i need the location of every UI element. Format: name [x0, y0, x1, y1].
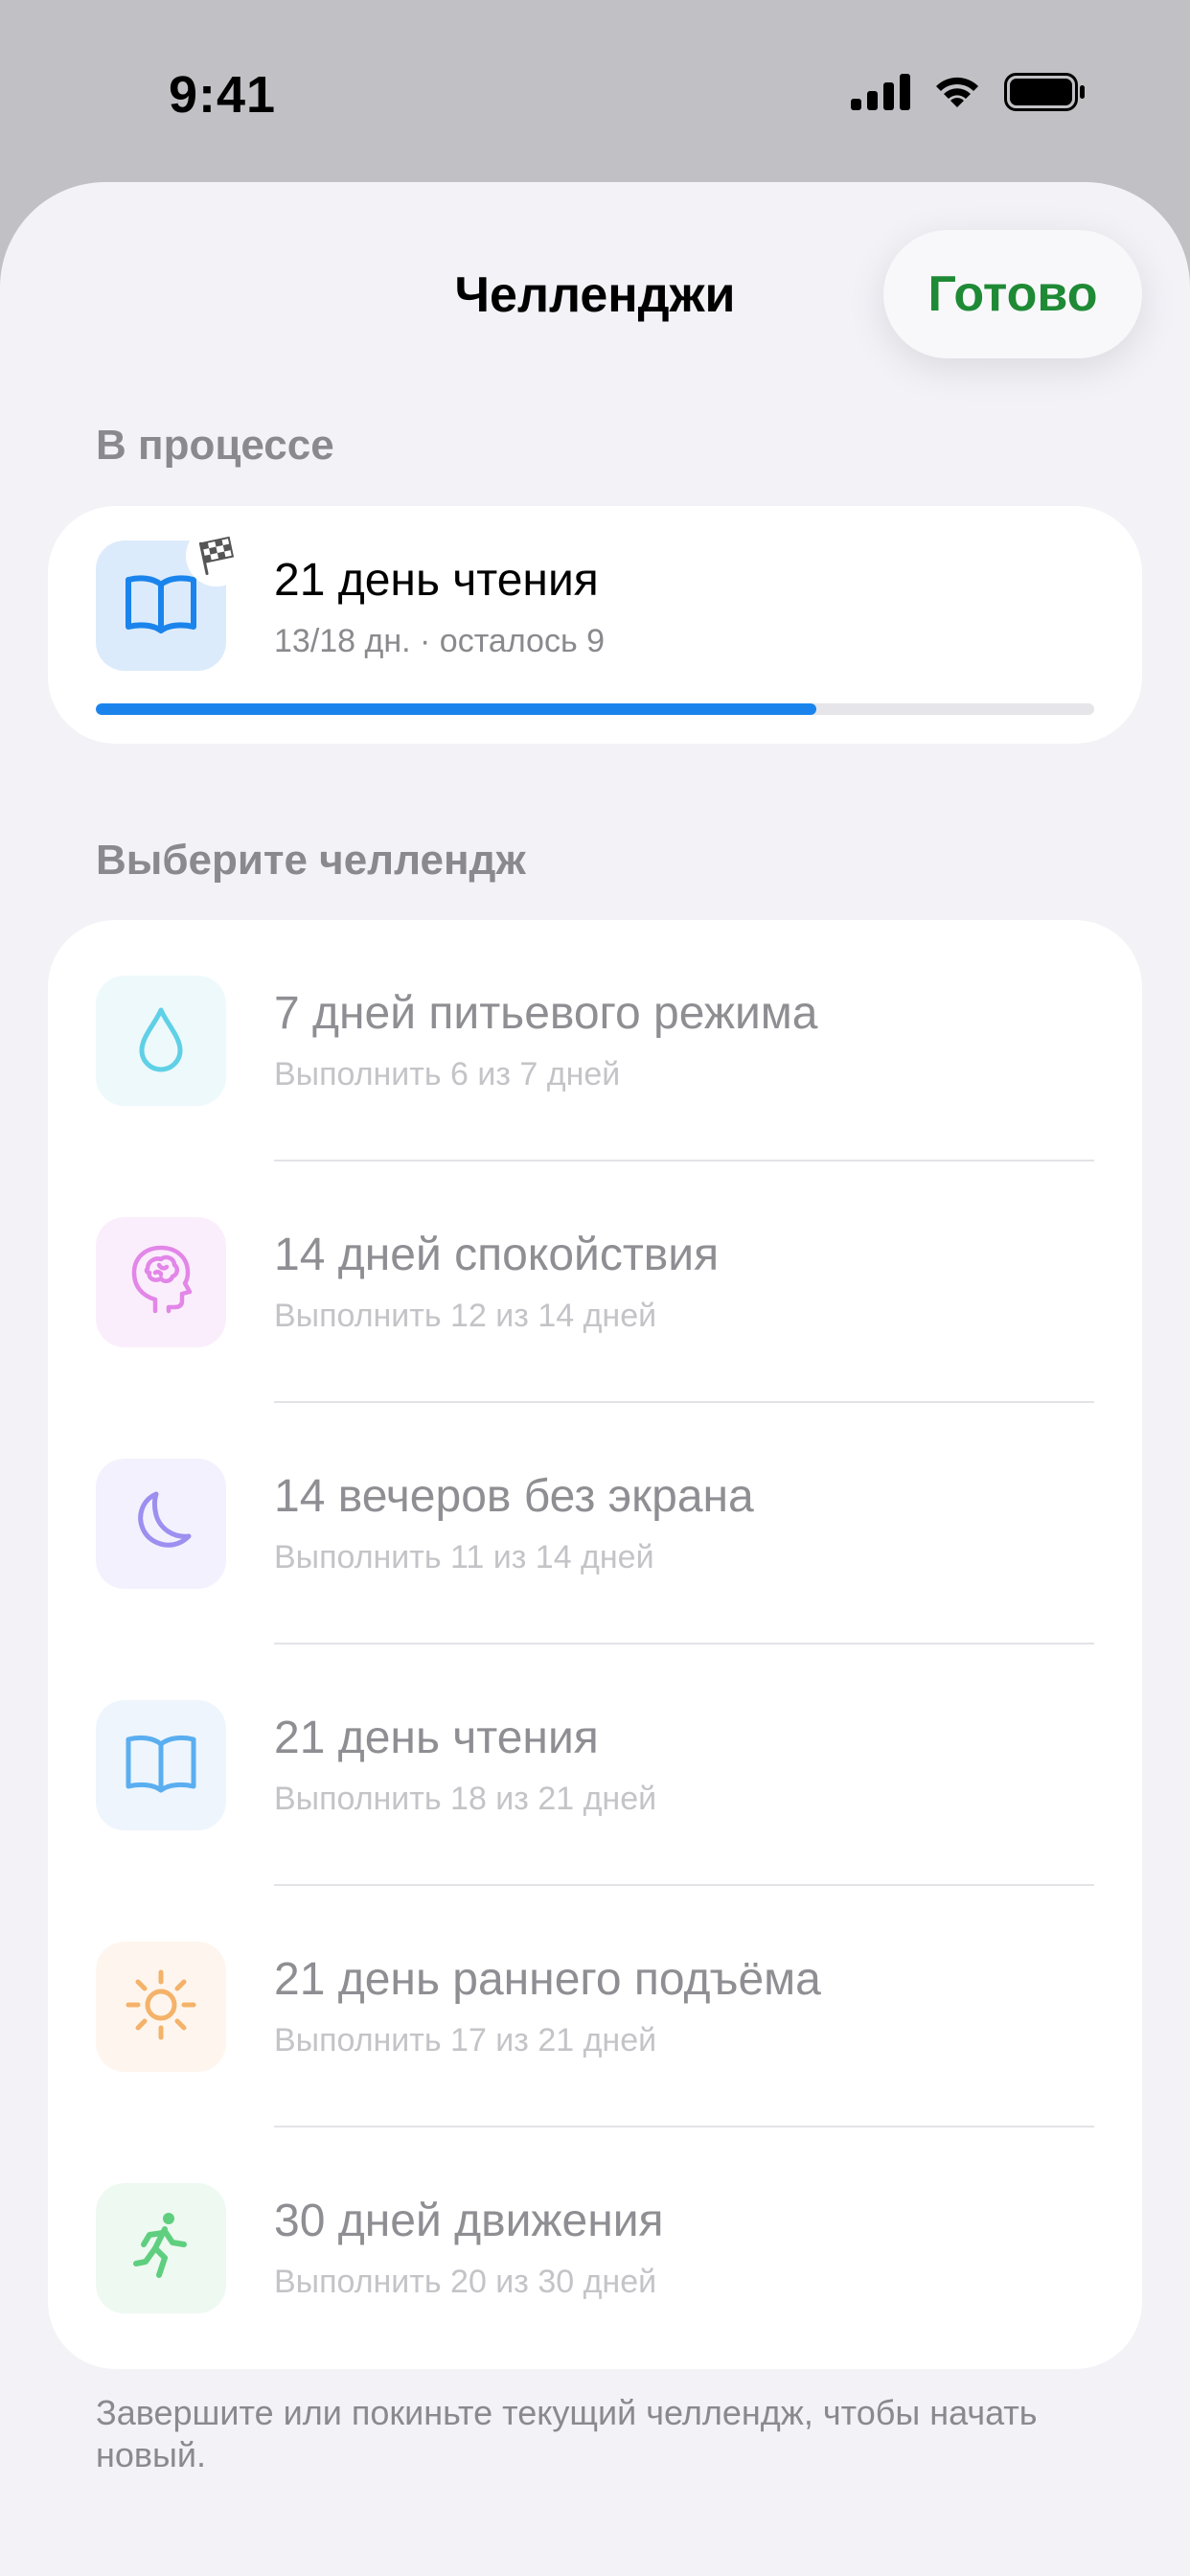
challenge-item-subtitle: Выполнить 18 из 21 дней: [274, 1781, 657, 1817]
water-drop-icon: [134, 1004, 188, 1078]
challenge-item-no-screen[interactable]: 14 вечеров без экрана Выполнить 11 из 14…: [48, 1403, 1142, 1644]
progress-bar-fill: [96, 703, 817, 715]
book-icon: [125, 573, 197, 639]
challenge-icon-tile: [96, 1459, 226, 1589]
wifi-icon: [931, 73, 983, 111]
challenge-item-subtitle: Выполнить 6 из 7 дней: [274, 1056, 621, 1092]
challenge-icon-tile: [96, 976, 226, 1106]
challenge-item-subtitle: Выполнить 12 из 14 дней: [274, 1298, 657, 1334]
challenge-item-reading[interactable]: 21 день чтения Выполнить 18 из 21 дней: [48, 1644, 1142, 1886]
challenge-icon-tile: [96, 1217, 226, 1347]
challenge-item-water[interactable]: 7 дней питьевого режима Выполнить 6 из 7…: [48, 920, 1142, 1162]
challenge-list: 7 дней питьевого режима Выполнить 6 из 7…: [48, 920, 1142, 2369]
in-progress-card[interactable]: 21 день чтения 13/18 дн. · осталось 9: [48, 506, 1142, 744]
battery-icon: [1004, 73, 1085, 111]
challenge-item-title: 7 дней питьевого режима: [274, 988, 818, 1039]
moon-icon: [127, 1488, 195, 1560]
challenge-item-title: 21 день чтения: [274, 1713, 599, 1763]
challenges-sheet: Челленджи Готово В процессе 21 день чтен…: [0, 182, 1190, 2576]
challenge-item-title: 14 вечеров без экрана: [274, 1471, 754, 1522]
challenge-item-title: 30 дней движения: [274, 2196, 664, 2246]
status-bar: 9:41: [0, 0, 1190, 182]
challenge-icon-tile: [96, 1942, 226, 2072]
checkered-flag-icon: [195, 533, 238, 580]
challenge-progress-text: 13/18 дн. · осталось 9: [274, 623, 606, 659]
status-icons: [851, 73, 1085, 111]
brain-head-icon: [126, 1244, 195, 1322]
challenge-icon-tile: [96, 2183, 226, 2313]
running-person-icon: [130, 2210, 192, 2288]
done-button[interactable]: Готово: [883, 230, 1142, 358]
challenge-item-calm[interactable]: 14 дней спокойствия Выполнить 12 из 14 д…: [48, 1162, 1142, 1403]
sun-icon: [125, 1968, 197, 2046]
challenge-item-movement[interactable]: 30 дней движения Выполнить 20 из 30 дней: [48, 2128, 1142, 2369]
footer-note: Завершите или покиньте текущий челлендж,…: [96, 2393, 1038, 2474]
challenge-item-subtitle: Выполнить 20 из 30 дней: [274, 2264, 657, 2300]
challenge-item-subtitle: Выполнить 17 из 21 дней: [274, 2022, 657, 2058]
section-header-choose: Выберите челлендж: [96, 837, 526, 884]
status-time: 9:41: [169, 66, 277, 124]
challenge-item-early-rise[interactable]: 21 день раннего подъёма Выполнить 17 из …: [48, 1886, 1142, 2128]
challenge-item-title: 14 дней спокойствия: [274, 1230, 720, 1280]
challenge-title: 21 день чтения: [274, 555, 599, 606]
book-icon: [125, 1733, 197, 1799]
challenge-item-subtitle: Выполнить 11 из 14 дней: [274, 1539, 654, 1576]
challenge-icon-tile: [96, 1700, 226, 1830]
progress-bar: [96, 703, 1094, 715]
challenge-item-title: 21 день раннего подъёма: [274, 1954, 821, 2005]
section-header-in-progress: В процессе: [96, 422, 334, 469]
cellular-signal-icon: [851, 74, 910, 110]
flag-badge: [186, 525, 247, 586]
